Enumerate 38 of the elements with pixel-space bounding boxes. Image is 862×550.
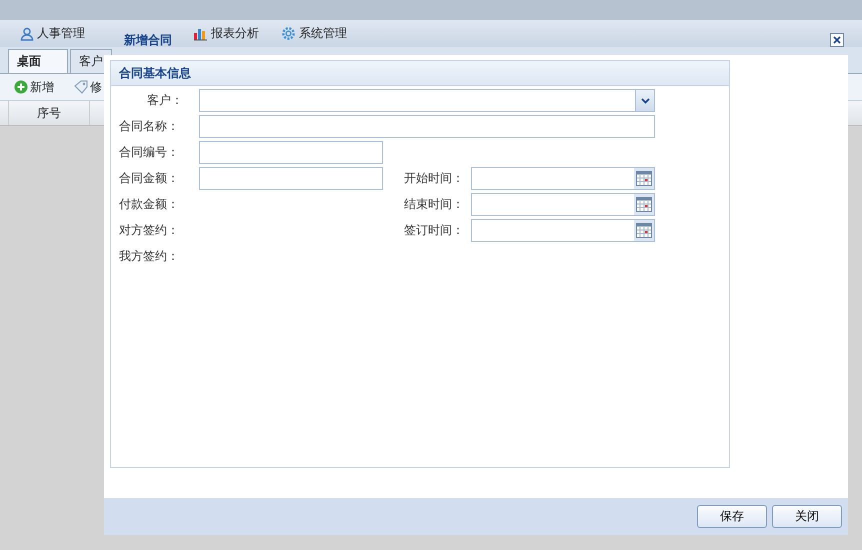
toolbar-button[interactable]: 修 [74,78,102,96]
toolbar-button[interactable]: 新增 [14,78,54,96]
calendar-icon [636,197,652,212]
plus-icon [14,80,28,94]
menu-item[interactable]: 报表分析 [193,25,259,42]
column-header: 序号 [8,101,90,125]
settings-icon [281,26,296,41]
field-label: 客户： [146,92,184,109]
date-field[interactable] [471,167,655,190]
field-label: 对方签约： [119,222,180,239]
date-field[interactable] [471,193,655,216]
close-icon [833,36,841,44]
bar-chart-icon [193,26,208,40]
tag-icon [74,80,88,94]
field-label: 合同名称： [119,118,180,135]
field-label: 开始时间： [404,170,465,187]
person-icon [20,26,34,40]
field-label: 合同编号： [119,144,180,161]
field-label: 我方签约： [119,248,180,265]
dialog-button[interactable]: 关闭 [772,505,842,528]
field-label: 合同金额： [119,170,180,187]
section-title: 合同基本信息 [111,61,729,86]
field-label: 结束时间： [404,196,465,213]
field-label: 付款金额： [119,196,180,213]
menu-item[interactable]: 人事管理 [20,25,85,42]
tab[interactable]: 桌面 [8,49,68,73]
dialog-button[interactable]: 保存 [697,505,767,528]
input-field[interactable] [199,141,383,164]
field-label: 签订时间： [404,222,465,239]
customer-combo[interactable] [199,89,655,112]
input-field[interactable] [199,167,383,190]
date-field[interactable] [471,219,655,242]
input-field[interactable] [199,115,655,138]
menu-item[interactable]: 系统管理 [281,25,347,42]
calendar-icon [636,223,652,238]
calendar-icon [636,171,652,186]
close-button[interactable] [830,33,844,47]
dialog-title: 新增合同 [124,32,172,48]
